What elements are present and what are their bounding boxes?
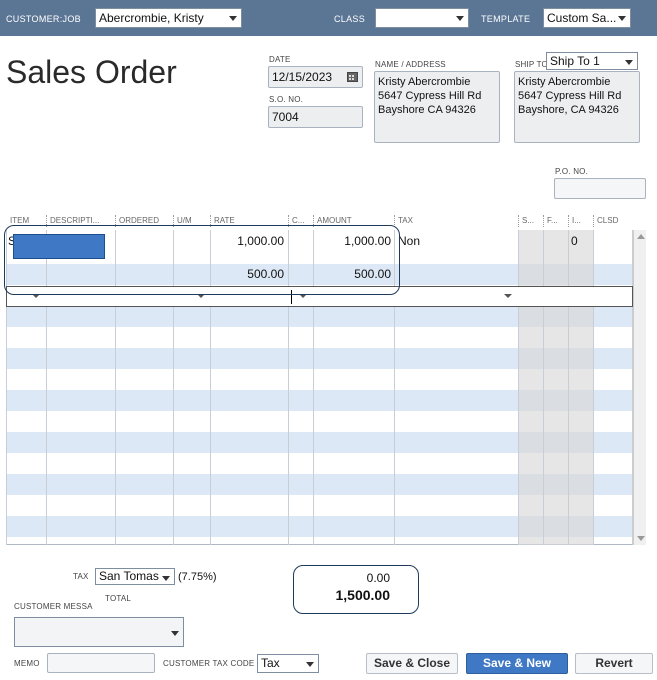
table-scrollbar[interactable]	[633, 230, 646, 545]
revert-button[interactable]: Revert	[575, 653, 653, 674]
chevron-down-icon	[302, 655, 318, 672]
column-header-clsd[interactable]: CLSD	[593, 212, 632, 230]
class-label: CLASS	[334, 14, 366, 24]
chevron-down-icon	[158, 569, 174, 584]
ship-to-address-value: Kristy Abercrombie 5647 Cypress Hill Rd …	[518, 76, 622, 116]
ship-to-dropdown[interactable]: Ship To 1	[546, 52, 638, 70]
chevron-down-icon	[225, 9, 241, 27]
customer-job-label: CUSTOMER:JOB	[6, 14, 81, 24]
chevron-down-icon	[621, 53, 637, 69]
tax-label: TAX	[73, 572, 89, 581]
po-no-label: P.O. NO.	[555, 167, 589, 176]
tax-amount: 0.00	[366, 571, 390, 585]
page-title: Sales Order	[6, 54, 177, 90]
calendar-icon[interactable]	[347, 71, 358, 82]
name-address-label: NAME / ADDRESS	[375, 60, 446, 69]
totals-callout: 0.00 1,500.00	[293, 565, 419, 614]
class-dropdown[interactable]	[375, 8, 469, 28]
customer-message-label: CUSTOMER MESSA	[14, 602, 93, 611]
customer-tax-code-label: CUSTOMER TAX CODE	[163, 659, 255, 668]
date-label: DATE	[269, 55, 291, 64]
template-value: Custom Sa...	[547, 11, 617, 25]
template-label: TEMPLATE	[481, 14, 531, 24]
row1-invoiced: 0	[571, 234, 578, 248]
column-header-s[interactable]: S...	[518, 212, 543, 230]
customer-tax-code-dropdown[interactable]: Tax	[257, 654, 319, 673]
so-no-label: S.O. NO.	[269, 95, 304, 104]
scroll-down-icon[interactable]	[637, 536, 645, 541]
tax-dropdown-icon[interactable]	[504, 294, 512, 298]
save-close-button[interactable]: Save & Close	[366, 653, 458, 674]
column-header-invoiced[interactable]: I...	[568, 212, 593, 230]
po-no-field[interactable]	[554, 178, 646, 199]
chevron-down-icon	[167, 624, 183, 646]
memo-label: MEMO	[14, 659, 40, 668]
scroll-up-icon[interactable]	[637, 234, 645, 239]
total-amount: 1,500.00	[335, 587, 391, 603]
so-no-field[interactable]: 7004	[268, 106, 363, 128]
chevron-down-icon	[452, 9, 468, 27]
template-dropdown[interactable]: Custom Sa...	[543, 8, 631, 28]
column-header-f[interactable]: F...	[543, 212, 568, 230]
total-label: TOTAL	[105, 594, 132, 603]
save-new-button[interactable]: Save & New	[466, 653, 568, 674]
line-items-callout	[4, 225, 400, 295]
so-no-value: 7004	[272, 110, 299, 124]
name-address-field[interactable]: Kristy Abercrombie 5647 Cypress Hill Rd …	[374, 71, 500, 143]
tax-rate: (7.75%)	[178, 571, 217, 583]
memo-field[interactable]	[47, 653, 155, 673]
customer-message-dropdown[interactable]	[14, 617, 184, 647]
header-bar: CUSTOMER:JOB Abercrombie, Kristy CLASS T…	[0, 0, 657, 36]
tax-dropdown[interactable]: San Tomas	[95, 568, 175, 585]
date-field[interactable]: 12/15/2023	[268, 66, 363, 88]
tax-value: San Tomas	[99, 569, 159, 583]
customer-tax-code-value: Tax	[261, 656, 280, 670]
ship-to-address-field[interactable]: Kristy Abercrombie 5647 Cypress Hill Rd …	[514, 71, 640, 143]
customer-job-dropdown[interactable]: Abercrombie, Kristy	[95, 8, 242, 28]
chevron-down-icon	[614, 9, 630, 27]
ship-to-label: SHIP TO	[515, 60, 548, 69]
date-value: 12/15/2023	[272, 70, 333, 84]
name-address-value: Kristy Abercrombie 5647 Cypress Hill Rd …	[378, 76, 482, 116]
ship-to-value: Ship To 1	[550, 54, 600, 68]
column-header-tax[interactable]: TAX	[394, 212, 518, 230]
row1-tax[interactable]: Non	[398, 234, 420, 248]
customer-job-value: Abercrombie, Kristy	[99, 11, 204, 25]
